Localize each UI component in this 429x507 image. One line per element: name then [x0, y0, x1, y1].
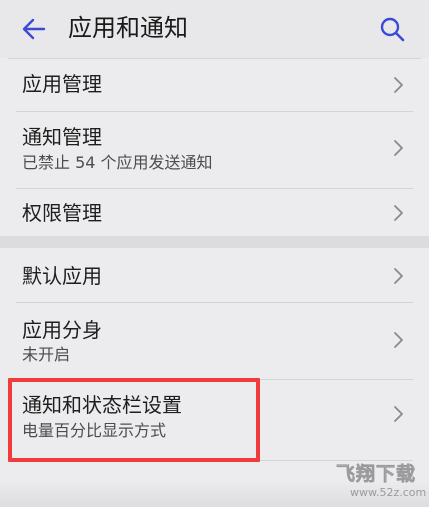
group-separator [0, 236, 429, 248]
list-item-subtitle: 未开启 [22, 345, 71, 364]
highlight-annotation-box [8, 378, 260, 462]
list-item-title: 通知管理 [22, 125, 102, 149]
list-item-default-apps[interactable]: 默认应用 [0, 248, 429, 302]
settings-screen: 应用和通知 应用管理 通知管理 已禁止 54 个应用发送通知 权限管理 默认应用 [0, 0, 429, 507]
list-item-permission-management[interactable]: 权限管理 [0, 189, 429, 236]
chevron-right-icon [394, 268, 403, 284]
chevron-right-icon [394, 77, 403, 93]
chevron-right-icon [394, 406, 403, 422]
list-item-title: 应用分身 [22, 318, 102, 342]
list-item-app-twin[interactable]: 应用分身 未开启 [0, 303, 429, 379]
chevron-right-icon [394, 332, 403, 348]
chevron-right-icon [394, 205, 403, 221]
list-item-title: 权限管理 [22, 201, 102, 225]
list-item-app-management[interactable]: 应用管理 [0, 59, 429, 111]
list-item-title: 应用管理 [22, 72, 102, 96]
chevron-right-icon [394, 140, 403, 156]
watermark: 飞翔下载 www.52z.com [336, 462, 427, 504]
page-title: 应用和通知 [68, 14, 188, 42]
top-app-bar: 应用和通知 [0, 0, 429, 58]
watermark-logo: 飞翔下载 [336, 463, 417, 486]
arrow-left-icon[interactable] [20, 15, 48, 43]
list-item-subtitle: 已禁止 54 个应用发送通知 [22, 153, 213, 172]
list-item-title: 默认应用 [22, 264, 102, 288]
list-item-notification-management[interactable]: 通知管理 已禁止 54 个应用发送通知 [0, 112, 429, 188]
watermark-url: www.52z.com [350, 486, 427, 499]
search-icon[interactable] [378, 15, 406, 43]
